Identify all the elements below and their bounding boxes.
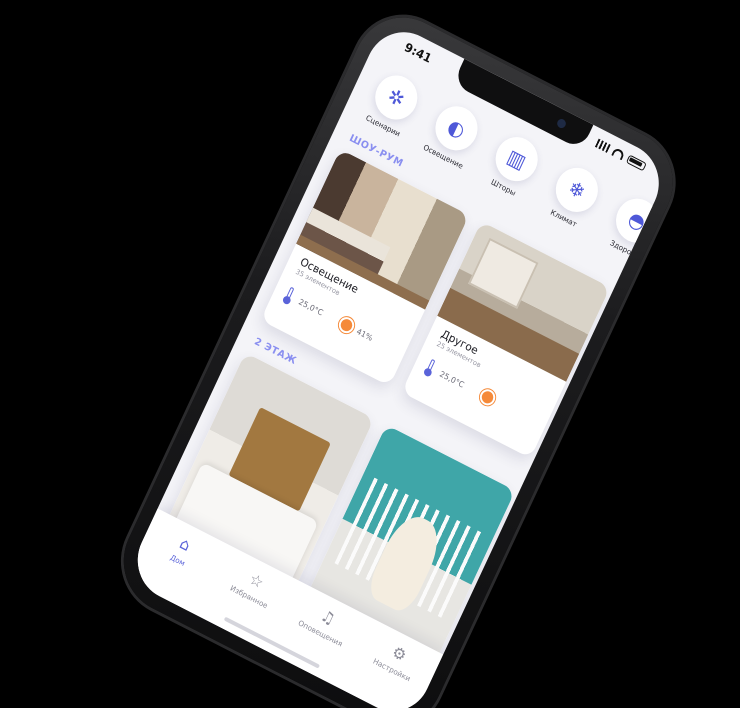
cellular-signal-icon [594,138,611,153]
status-time: 9:41 [402,40,434,66]
battery-icon [625,154,647,172]
sun-icon [480,389,496,406]
category-scenarios[interactable]: ✲ Сценарии [357,65,430,142]
bell-icon: ♫ [317,605,339,629]
stage: 9:41 ✲ Сценарии ◐ Освещение ▥ Шторы ❄ Кл… [0,0,740,708]
sun-icon [339,317,355,334]
camera-icon [555,117,568,130]
phone-mockup: 9:41 ✲ Сценарии ◐ Освещение ▥ Шторы ❄ Кл… [107,0,690,708]
category-lighting[interactable]: ◐ Освещение [417,96,490,173]
category-curtains[interactable]: ▥ Шторы [477,127,550,204]
home-icon: ⌂ [176,533,194,555]
thermometer-icon [423,358,437,378]
star-icon: ☆ [246,568,267,593]
wifi-icon [611,147,626,161]
room-temperature: 25,0°C [297,296,325,318]
category-climate[interactable]: ❄ Климат [538,158,611,235]
room-stats: 25,0°C [423,358,539,430]
settings-icon: ⚙ [389,642,410,666]
room-stats: 25,0°C 41% [282,286,398,358]
thermometer-icon [282,286,296,306]
room-temperature: 25,0°C [438,369,466,390]
room-humidity: 41% [355,326,375,343]
